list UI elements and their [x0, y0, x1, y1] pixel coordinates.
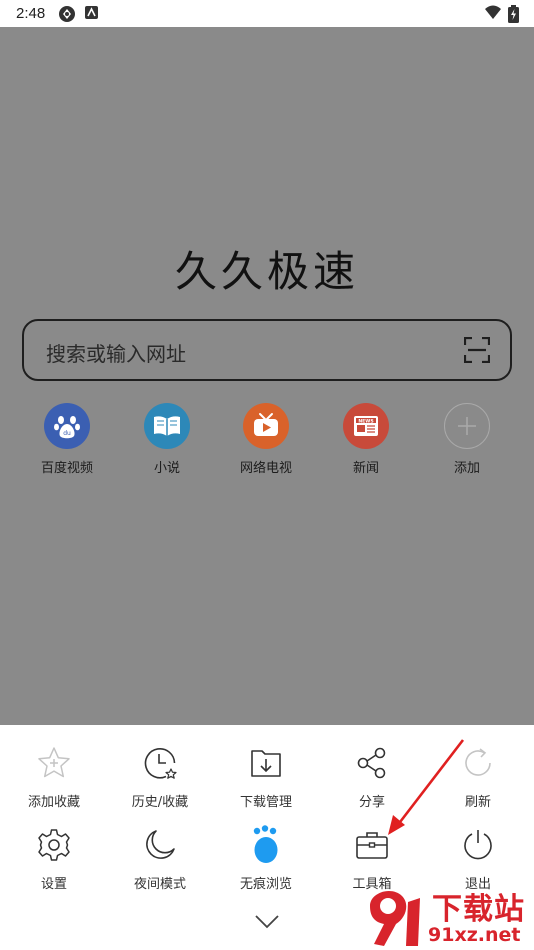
- watermark-url: 91xz.net: [428, 924, 521, 946]
- quick-link-label: 添加: [453, 461, 480, 476]
- night-mode-button[interactable]: 夜间模式: [107, 825, 213, 892]
- svg-text:NEWS: NEWS: [358, 418, 373, 424]
- settings-button[interactable]: 设置: [1, 825, 107, 892]
- menu-label: 无痕浏览: [239, 877, 292, 892]
- quick-link-network-tv[interactable]: 网络电视: [216, 403, 316, 476]
- history-clock-icon: [107, 743, 213, 783]
- site-watermark: 下载站 91xz.net: [362, 884, 534, 950]
- share-icon: [319, 743, 425, 783]
- menu-label: 设置: [40, 877, 67, 892]
- search-input[interactable]: 搜索或输入网址: [22, 319, 512, 381]
- quick-link-news[interactable]: NEWS 新闻: [316, 403, 416, 476]
- menu-label: 添加收藏: [27, 795, 80, 810]
- download-manager-button[interactable]: 下载管理: [213, 743, 319, 810]
- history-bookmarks-button[interactable]: 历史/收藏: [107, 743, 213, 810]
- quick-link-label: 百度视频: [40, 461, 93, 476]
- news-icon: NEWS: [343, 403, 389, 449]
- add-bookmark-button[interactable]: 添加收藏: [1, 743, 107, 810]
- svg-text:du: du: [63, 430, 71, 437]
- incognito-browsing-button[interactable]: 无痕浏览: [213, 825, 319, 892]
- quick-link-label: 网络电视: [239, 461, 292, 476]
- incognito-paw-icon: [213, 825, 319, 865]
- scan-icon[interactable]: [464, 337, 490, 363]
- chevron-down-icon[interactable]: [252, 912, 282, 932]
- gear-icon: [1, 825, 107, 865]
- tv-icon: [243, 403, 289, 449]
- status-bar: 2:48: [0, 0, 534, 27]
- quick-link-baidu-video[interactable]: du 百度视频: [17, 403, 117, 476]
- toolbox-icon: [319, 825, 425, 865]
- menu-label: 刷新: [464, 795, 491, 810]
- download-folder-icon: [213, 743, 319, 783]
- page-title: 久久极速: [174, 247, 359, 296]
- menu-label: 分享: [358, 795, 385, 810]
- status-time: 2:48: [16, 5, 46, 22]
- toolbox-button[interactable]: 工具箱: [319, 825, 425, 892]
- battery-charging-icon: [508, 5, 519, 23]
- quick-link-label: 新闻: [352, 461, 379, 476]
- refresh-icon: [425, 743, 531, 783]
- quick-link-novel[interactable]: 小说: [117, 403, 217, 476]
- watermark-title: 下载站: [432, 892, 525, 927]
- quick-link-label: 小说: [153, 461, 180, 476]
- book-icon: [144, 403, 190, 449]
- watermark-logo-icon: [370, 891, 420, 946]
- menu-label: 夜间模式: [133, 877, 186, 892]
- share-button[interactable]: 分享: [319, 743, 425, 810]
- exit-button[interactable]: 退出: [425, 825, 531, 892]
- menu-label: 下载管理: [239, 795, 292, 810]
- baidu-paw-icon: du: [44, 403, 90, 449]
- sync-icon: [59, 6, 75, 22]
- quick-link-add[interactable]: 添加: [417, 403, 517, 476]
- plus-icon: [444, 403, 490, 449]
- search-placeholder: 搜索或输入网址: [46, 342, 186, 366]
- refresh-button[interactable]: 刷新: [425, 743, 531, 810]
- moon-icon: [107, 825, 213, 865]
- menu-label: 历史/收藏: [131, 795, 189, 810]
- wifi-icon: [485, 5, 501, 19]
- power-icon: [425, 825, 531, 865]
- app-notification-icon: [85, 6, 98, 19]
- star-add-icon: [1, 743, 107, 783]
